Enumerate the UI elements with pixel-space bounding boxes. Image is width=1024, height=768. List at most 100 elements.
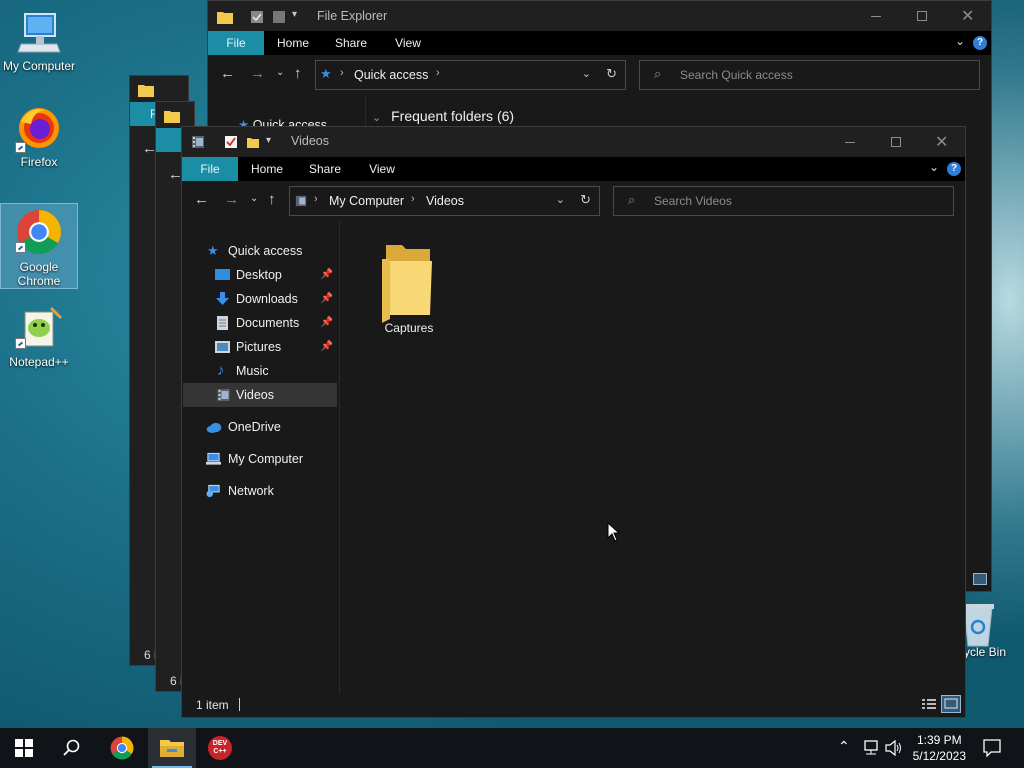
- back-arrow-icon[interactable]: ←: [194, 191, 209, 208]
- address-bar[interactable]: › My Computer › Videos ⌄ ↻: [289, 186, 600, 216]
- new-folder-icon[interactable]: [246, 135, 260, 149]
- desktop-icon-notepadpp[interactable]: Notepad++: [1, 304, 77, 374]
- sidebar-item-pictures[interactable]: Pictures 📌: [183, 335, 337, 359]
- volume-icon[interactable]: [885, 740, 903, 756]
- search-icon: ⌕: [654, 66, 662, 81]
- address-bar[interactable]: ★ › Quick access › ⌄ ↻: [315, 60, 626, 90]
- quick-access-toolbar-dropdown-icon[interactable]: ▾: [292, 9, 297, 20]
- taskbar: DEV C++ ⌃ 1:39 PM 5/12/2023: [0, 728, 1024, 768]
- tab-home[interactable]: Home: [244, 157, 290, 181]
- sidebar-item-videos[interactable]: Videos: [183, 383, 337, 407]
- taskbar-clock[interactable]: 1:39 PM 5/12/2023: [913, 732, 966, 764]
- recent-locations-chevron-icon[interactable]: ⌄: [276, 67, 284, 78]
- help-icon[interactable]: ?: [947, 162, 961, 176]
- desktop-icon-google-chrome[interactable]: Google Chrome: [0, 203, 78, 289]
- taskbar-file-explorer-button[interactable]: [148, 728, 196, 768]
- sidebar-item-onedrive[interactable]: OneDrive: [183, 415, 337, 439]
- desktop-icon-label: Firefox: [20, 155, 58, 169]
- close-button[interactable]: ✕: [945, 1, 991, 31]
- title-bar: ▾ Videos ✕: [182, 127, 965, 157]
- sidebar-item-desktop[interactable]: Desktop 📌: [183, 263, 337, 287]
- sidebar-item-quick-access[interactable]: ★ Quick access: [183, 239, 337, 263]
- clock-date: 5/12/2023: [912, 749, 966, 763]
- quick-access-toolbar-dropdown-icon[interactable]: ▾: [266, 135, 271, 146]
- minimize-button[interactable]: [827, 127, 873, 157]
- details-view-button[interactable]: [921, 697, 937, 711]
- up-arrow-icon[interactable]: ↑: [294, 65, 302, 82]
- tab-share[interactable]: Share: [302, 157, 348, 181]
- tab-view[interactable]: View: [386, 31, 430, 55]
- properties-icon[interactable]: [224, 135, 238, 149]
- new-folder-icon[interactable]: [272, 10, 286, 24]
- sidebar-item-my-computer[interactable]: My Computer: [183, 447, 337, 471]
- up-arrow-icon[interactable]: ↑: [268, 191, 276, 208]
- close-button[interactable]: ✕: [919, 127, 965, 157]
- expand-ribbon-icon[interactable]: ⌄: [929, 160, 939, 174]
- forward-arrow-icon[interactable]: →: [224, 191, 239, 208]
- section-header-frequent-folders[interactable]: ⌄ Frequent folders (6): [372, 108, 514, 124]
- breadcrumb-my-computer[interactable]: My Computer: [329, 194, 404, 208]
- shortcut-arrow-icon: [15, 142, 26, 153]
- videos-icon: [217, 389, 230, 401]
- pin-icon[interactable]: 📌: [321, 287, 333, 311]
- maximize-button[interactable]: [899, 1, 945, 31]
- address-dropdown-icon[interactable]: ⌄: [582, 67, 591, 80]
- desktop-icon-label: cycle Bin: [958, 645, 1007, 659]
- desktop-icon-recycle-bin[interactable]: cycle Bin: [958, 600, 1024, 670]
- navigation-pane[interactable]: ★ Quick access Desktop 📌 Downloads 📌 Doc…: [182, 221, 339, 695]
- search-icon: [63, 739, 80, 756]
- clock-time: 1:39 PM: [916, 733, 962, 747]
- navigation-bar: ← → ⌄ ↑ › My Computer › Videos ⌄ ↻ ⌕ Sea…: [182, 181, 965, 221]
- network-icon[interactable]: [862, 740, 880, 756]
- tab-file[interactable]: File: [208, 31, 264, 55]
- chrome-icon: [110, 736, 134, 760]
- tab-home[interactable]: Home: [270, 31, 316, 55]
- forward-arrow-icon[interactable]: →: [250, 65, 265, 82]
- back-arrow-icon[interactable]: ←: [220, 65, 235, 82]
- search-box[interactable]: ⌕ Search Videos: [613, 186, 954, 216]
- view-toggle-large-icons[interactable]: [973, 573, 987, 585]
- desktop-icon-firefox[interactable]: Firefox: [1, 104, 77, 174]
- properties-icon[interactable]: [250, 10, 264, 24]
- sidebar-item-documents[interactable]: Documents 📌: [183, 311, 337, 335]
- address-dropdown-icon[interactable]: ⌄: [556, 193, 565, 206]
- pictures-icon: [215, 341, 230, 353]
- shortcut-arrow-icon: [15, 338, 26, 349]
- expand-ribbon-icon[interactable]: ⌄: [955, 34, 965, 48]
- refresh-icon[interactable]: ↻: [580, 192, 591, 208]
- tab-view[interactable]: View: [360, 157, 404, 181]
- recent-locations-chevron-icon[interactable]: ⌄: [250, 193, 258, 204]
- pin-icon[interactable]: 📌: [321, 311, 333, 335]
- tab-file[interactable]: File: [182, 157, 238, 181]
- search-button[interactable]: [48, 728, 96, 768]
- desktop-icon-my-computer[interactable]: My Computer: [1, 8, 77, 74]
- maximize-button[interactable]: [873, 127, 919, 157]
- breadcrumb-quick-access[interactable]: Quick access: [354, 68, 428, 82]
- help-icon[interactable]: ?: [973, 36, 987, 50]
- minimize-button[interactable]: [853, 1, 899, 31]
- pin-icon[interactable]: 📌: [321, 335, 333, 359]
- large-icons-view-button[interactable]: [941, 695, 961, 713]
- pin-icon[interactable]: 📌: [321, 263, 333, 287]
- download-icon: [216, 292, 229, 305]
- navigation-bar: ← → ⌄ ↑ ★ › Quick access › ⌄ ↻ ⌕ Search …: [208, 55, 991, 95]
- search-box[interactable]: ⌕ Search Quick access: [639, 60, 980, 90]
- window-title: File Explorer: [317, 9, 388, 23]
- notifications-icon[interactable]: [983, 739, 1001, 757]
- computer-icon: [17, 13, 61, 53]
- network-icon: [206, 484, 220, 498]
- taskbar-chrome-button[interactable]: [98, 728, 146, 768]
- show-hidden-icons-button[interactable]: ⌃: [838, 738, 850, 755]
- file-item-captures[interactable]: Captures: [372, 239, 446, 345]
- tab-share[interactable]: Share: [328, 31, 374, 55]
- sidebar-item-music[interactable]: ♪ Music: [183, 359, 337, 383]
- taskbar-devcpp-button[interactable]: DEV C++: [197, 728, 245, 768]
- start-button[interactable]: [0, 728, 48, 768]
- refresh-icon[interactable]: ↻: [606, 66, 617, 82]
- explorer-window-videos[interactable]: ▾ Videos ✕ File Home Share View ⌄ ? ← → …: [181, 126, 966, 718]
- sidebar-item-network[interactable]: Network: [183, 479, 337, 503]
- status-item-count: 1 item: [196, 698, 229, 712]
- breadcrumb-videos[interactable]: Videos: [426, 194, 464, 208]
- sidebar-item-downloads[interactable]: Downloads 📌: [183, 287, 337, 311]
- sidebar-splitter[interactable]: [339, 221, 340, 695]
